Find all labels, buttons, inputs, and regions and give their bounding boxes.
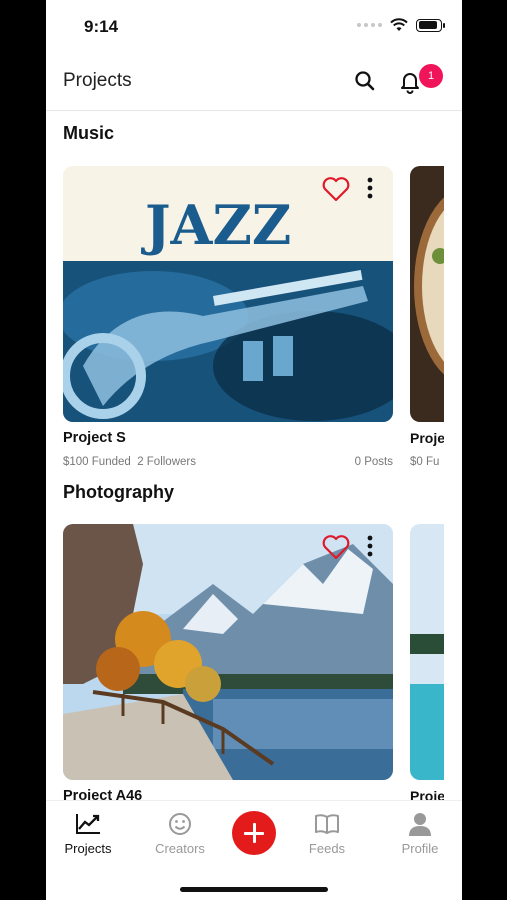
- project-image: JAZZ: [63, 166, 393, 422]
- next-project-name: Proje: [410, 430, 444, 446]
- project-stats: $100 Funded 2 Followers: [63, 456, 196, 468]
- person-icon: [409, 813, 431, 836]
- battery-icon: [416, 18, 445, 32]
- posts-count: 0 Posts: [354, 456, 393, 468]
- more-vertical-icon[interactable]: [366, 176, 374, 202]
- project-image: [63, 524, 393, 780]
- add-project-button[interactable]: [232, 811, 276, 855]
- heart-icon[interactable]: [321, 534, 351, 560]
- status-icons: [357, 18, 445, 32]
- section-title-photography: Photography: [63, 482, 174, 502]
- project-card[interactable]: JAZZ Project S $100 Funded 2 Followers 0…: [63, 166, 393, 468]
- top-header: Projects 1: [46, 52, 462, 111]
- next-project-stats: $0 Fu: [410, 456, 440, 468]
- more-vertical-icon[interactable]: [366, 534, 374, 560]
- page-title: Projects: [63, 70, 132, 91]
- bottom-tab-bar: Projects Creators Feeds Profile: [46, 800, 462, 900]
- followers-count: 2 Followers: [137, 456, 196, 468]
- tab-projects[interactable]: Projects: [48, 811, 128, 856]
- music-row: JAZZ Project S $100 Funded 2 Followers 0…: [63, 166, 462, 468]
- photography-row: Project A46 Proje: [63, 524, 462, 824]
- status-time: 9:14: [84, 17, 119, 36]
- heart-icon[interactable]: [321, 176, 351, 202]
- chart-line-icon: [76, 814, 100, 834]
- tab-feeds[interactable]: Feeds: [287, 811, 367, 856]
- next-project-card[interactable]: [410, 524, 444, 780]
- tab-label-projects: Projects: [64, 841, 112, 856]
- tab-label-profile: Profile: [401, 841, 439, 856]
- food-image: [410, 166, 444, 422]
- project-name: Project S: [63, 430, 126, 446]
- lake-mountain-image: [63, 524, 393, 780]
- tab-label-feeds: Feeds: [308, 841, 346, 856]
- next-project-card[interactable]: [410, 166, 444, 422]
- funded-amount: $100 Funded: [63, 456, 131, 468]
- smiley-icon: [169, 813, 191, 835]
- section-title-music: Music: [63, 123, 115, 143]
- wifi-icon: [390, 18, 408, 31]
- tab-label-creators: Creators: [155, 841, 205, 856]
- status-bar: 9:14: [46, 0, 462, 52]
- beach-image: [410, 524, 444, 780]
- home-indicator: [180, 887, 328, 892]
- jazz-trumpet-image: JAZZ: [63, 166, 393, 422]
- project-card[interactable]: Project A46: [63, 524, 393, 804]
- jazz-banner-text: JAZZ: [141, 193, 291, 257]
- signal-icon: [357, 23, 382, 27]
- search-icon[interactable]: [352, 68, 378, 94]
- book-icon: [315, 814, 339, 834]
- app-screen: 9:14 Projects 1 Music JAZZ Project S $10…: [46, 0, 462, 900]
- tab-creators[interactable]: Creators: [140, 811, 220, 856]
- notification-badge: 1: [419, 64, 443, 88]
- tab-profile[interactable]: Profile: [380, 811, 460, 856]
